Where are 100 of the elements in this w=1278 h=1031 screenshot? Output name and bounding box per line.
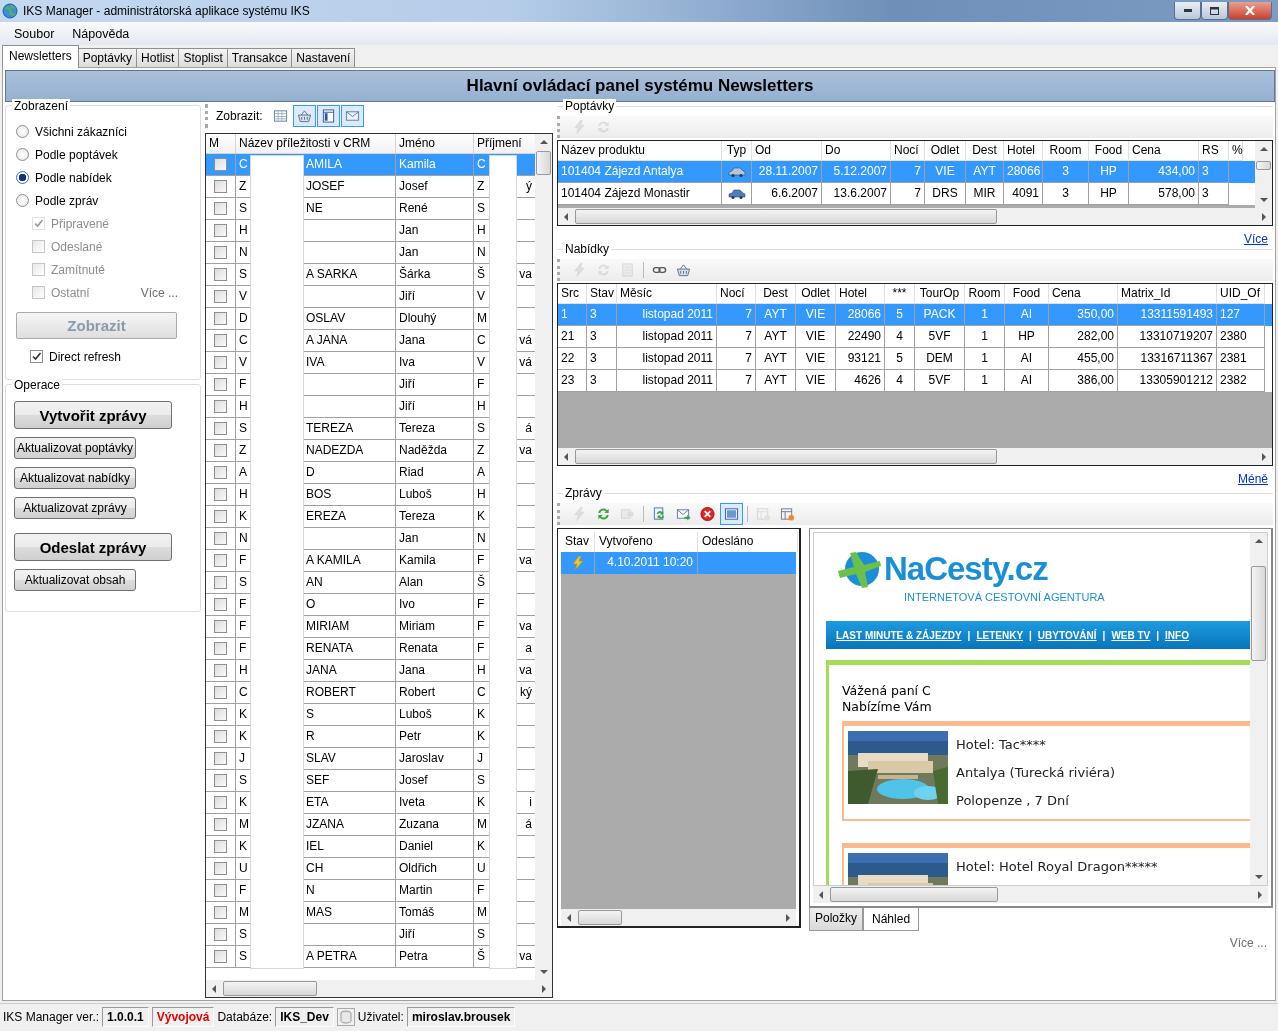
row-checkbox[interactable] bbox=[214, 180, 227, 193]
more-link[interactable]: Více ... bbox=[140, 286, 178, 300]
column-header[interactable]: TourOp bbox=[915, 284, 965, 304]
column-header[interactable]: Room bbox=[1043, 141, 1089, 161]
row-checkbox[interactable] bbox=[214, 796, 227, 809]
row-checkbox[interactable] bbox=[214, 928, 227, 941]
vertical-scrollbar[interactable] bbox=[535, 134, 552, 980]
column-header[interactable]: Food bbox=[1005, 284, 1049, 304]
basket-button[interactable] bbox=[292, 105, 316, 127]
horizontal-scrollbar[interactable] bbox=[558, 448, 1272, 465]
menu-item[interactable]: Soubor bbox=[8, 24, 61, 43]
row-checkbox[interactable] bbox=[214, 290, 227, 303]
column-header[interactable]: Dest bbox=[756, 284, 796, 304]
row-checkbox[interactable] bbox=[214, 818, 227, 831]
vertical-scrollbar[interactable] bbox=[1250, 533, 1267, 885]
row-checkbox[interactable] bbox=[214, 532, 227, 545]
column-header[interactable]: Room bbox=[965, 284, 1005, 304]
radio-button[interactable] bbox=[16, 171, 29, 184]
tab[interactable]: Newsletters bbox=[2, 45, 79, 68]
more-link[interactable]: Více ... bbox=[1229, 936, 1267, 950]
column-header[interactable]: Food bbox=[1089, 141, 1129, 161]
column-header[interactable]: Od bbox=[752, 141, 822, 161]
row-checkbox[interactable] bbox=[214, 312, 227, 325]
minimize-button[interactable] bbox=[1174, 2, 1201, 20]
row-checkbox[interactable] bbox=[214, 774, 227, 787]
action-button[interactable]: Aktualizovat nabídky bbox=[14, 467, 136, 489]
row-checkbox[interactable] bbox=[214, 620, 227, 633]
mail-button[interactable] bbox=[340, 105, 364, 127]
radio-button[interactable] bbox=[16, 194, 29, 207]
layout-button[interactable] bbox=[316, 105, 340, 127]
row-checkbox[interactable] bbox=[214, 466, 227, 479]
nav-link[interactable]: LETENKY bbox=[976, 629, 1024, 641]
menu-item[interactable]: Nápověda bbox=[66, 24, 136, 43]
column-header[interactable]: *** bbox=[885, 284, 915, 304]
action-button[interactable]: Aktualizovat zprávy bbox=[14, 497, 136, 519]
row-checkbox[interactable] bbox=[214, 862, 227, 875]
column-header[interactable]: RS bbox=[1199, 141, 1229, 161]
nav-link[interactable]: WEB TV bbox=[1111, 629, 1151, 641]
link[interactable]: Méně bbox=[1236, 471, 1269, 487]
row-checkbox[interactable] bbox=[214, 708, 227, 721]
horizontal-scrollbar[interactable] bbox=[558, 208, 1272, 225]
nav-link[interactable]: UBYTOVÁNÍ bbox=[1037, 629, 1097, 641]
action-button[interactable]: Odeslat zprávy bbox=[14, 533, 172, 561]
row-checkbox[interactable] bbox=[214, 840, 227, 853]
column-header[interactable]: Název příležitosti v CRM bbox=[236, 134, 396, 154]
radio-label[interactable]: Podle nabídek bbox=[35, 170, 112, 185]
column-header[interactable]: Stav bbox=[587, 284, 617, 304]
nav-link[interactable]: INFO bbox=[1165, 629, 1189, 641]
row-checkbox[interactable] bbox=[214, 422, 227, 435]
tab[interactable]: Stoplist bbox=[178, 48, 228, 67]
row-checkbox[interactable] bbox=[214, 686, 227, 699]
row-checkbox[interactable] bbox=[214, 224, 227, 237]
row-checkbox[interactable] bbox=[214, 268, 227, 281]
radio-label[interactable]: Podle poptávek bbox=[35, 147, 118, 162]
vertical-scrollbar[interactable] bbox=[1255, 141, 1272, 208]
column-header[interactable]: Cena bbox=[1049, 284, 1118, 304]
row-checkbox[interactable] bbox=[214, 488, 227, 501]
link[interactable]: Více bbox=[1243, 231, 1269, 247]
radio-button[interactable] bbox=[16, 125, 29, 138]
row-checkbox[interactable] bbox=[214, 356, 227, 369]
horizontal-scrollbar[interactable] bbox=[561, 909, 796, 926]
column-header[interactable]: Jméno bbox=[396, 134, 474, 154]
row-checkbox[interactable] bbox=[214, 664, 227, 677]
column-header[interactable]: Nocí bbox=[717, 284, 756, 304]
action-button[interactable]: Aktualizovat obsah bbox=[14, 569, 136, 591]
row-checkbox[interactable] bbox=[214, 554, 227, 567]
row-checkbox[interactable] bbox=[214, 334, 227, 347]
tab[interactable]: Hotlist bbox=[136, 48, 180, 67]
horizontal-scrollbar[interactable] bbox=[813, 886, 1268, 903]
column-header[interactable]: Odlet bbox=[796, 284, 836, 304]
tab[interactable]: Položky bbox=[809, 908, 864, 931]
column-header[interactable]: Hotel bbox=[1004, 141, 1043, 161]
column-header[interactable]: Odlet bbox=[925, 141, 966, 161]
maximize-button[interactable] bbox=[1201, 2, 1228, 20]
radio-button[interactable] bbox=[16, 148, 29, 161]
column-header[interactable]: Do bbox=[822, 141, 891, 161]
row-checkbox[interactable] bbox=[214, 730, 227, 743]
row-checkbox[interactable] bbox=[214, 444, 227, 457]
column-header[interactable]: UID_Of bbox=[1217, 284, 1265, 304]
checkbox[interactable]: Direct refresh bbox=[14, 345, 192, 368]
horizontal-scrollbar[interactable] bbox=[206, 980, 552, 997]
row-checkbox[interactable] bbox=[214, 576, 227, 589]
row-checkbox[interactable] bbox=[214, 598, 227, 611]
close-button[interactable] bbox=[1228, 2, 1272, 20]
row-checkbox[interactable] bbox=[214, 642, 227, 655]
nav-link[interactable]: LAST MINUTE & ZÁJEZDY bbox=[836, 629, 962, 641]
tab[interactable]: Nastavení bbox=[291, 48, 356, 67]
tab[interactable]: Náhled bbox=[863, 908, 920, 931]
row-checkbox[interactable] bbox=[214, 884, 227, 897]
tab[interactable]: Transakce bbox=[226, 48, 293, 67]
window-button[interactable] bbox=[720, 503, 743, 525]
radio-label[interactable]: Podle zpráv bbox=[35, 193, 99, 208]
row-checkbox[interactable] bbox=[214, 950, 227, 963]
row-checkbox[interactable] bbox=[214, 510, 227, 523]
column-header[interactable]: Matrix_Id bbox=[1118, 284, 1217, 304]
radio-label[interactable]: Všichni zákazníci bbox=[35, 124, 128, 139]
row-checkbox[interactable] bbox=[214, 202, 227, 215]
row-checkbox[interactable] bbox=[214, 246, 227, 259]
action-button[interactable]: Aktualizovat poptávky bbox=[14, 437, 136, 459]
column-header[interactable]: Měsíc bbox=[617, 284, 717, 304]
